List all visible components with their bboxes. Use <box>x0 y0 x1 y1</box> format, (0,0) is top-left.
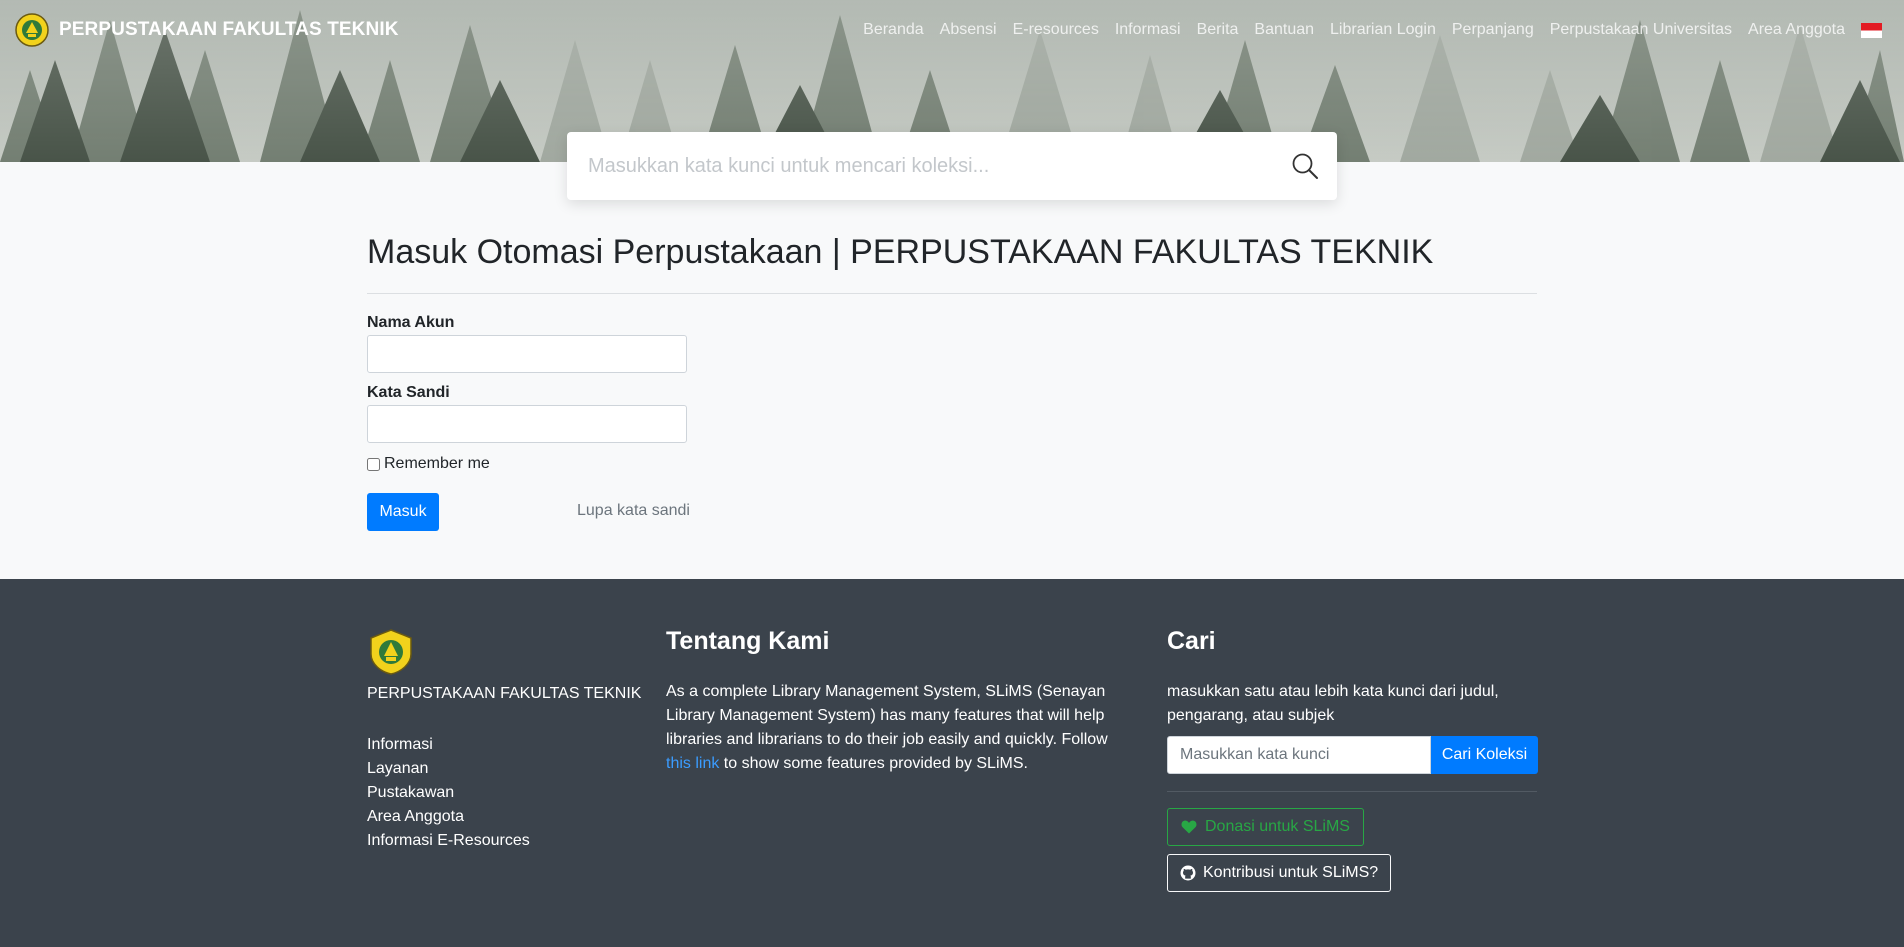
password-input[interactable] <box>367 405 687 443</box>
footer-link-informasi-e-resources[interactable]: Informasi E-Resources <box>367 829 530 853</box>
nav-bantuan[interactable]: Bantuan <box>1254 21 1314 39</box>
nav-perpanjang[interactable]: Perpanjang <box>1452 21 1534 39</box>
login-button[interactable]: Masuk <box>367 493 439 531</box>
remember-me-label: Remember me <box>384 455 490 472</box>
footer-divider <box>1167 791 1537 792</box>
nav-librarian-login[interactable]: Librarian Login <box>1330 21 1436 39</box>
footer-link-layanan[interactable]: Layanan <box>367 757 530 781</box>
donate-button[interactable]: Donasi untuk SLiMS <box>1167 808 1364 846</box>
heart-icon <box>1181 820 1197 834</box>
about-heading: Tentang Kami <box>666 627 830 655</box>
nav-absensi[interactable]: Absensi <box>940 21 997 39</box>
nav-beranda[interactable]: Beranda <box>863 21 924 39</box>
footer-search-form: Cari Koleksi <box>1167 736 1538 774</box>
footer: PERPUSTAKAAN FAKULTAS TEKNIK Informasi L… <box>0 579 1904 947</box>
search-description: masukkan satu atau lebih kata kunci dari… <box>1167 683 1499 724</box>
brand[interactable]: PERPUSTAKAAN FAKULTAS TEKNIK <box>15 13 399 47</box>
about-text: As a complete Library Management System,… <box>666 680 1114 776</box>
main-nav: Beranda Absensi E-resources Informasi Be… <box>847 21 1882 39</box>
catalog-search-box <box>567 132 1337 200</box>
footer-links: Informasi Layanan Pustakawan Area Anggot… <box>367 733 530 853</box>
page-title: Masuk Otomasi Perpustakaan | PERPUSTAKAA… <box>367 233 1434 271</box>
title-divider <box>367 293 1537 294</box>
nav-area-anggota[interactable]: Area Anggota <box>1748 21 1845 39</box>
about-text-before: As a complete Library Management System,… <box>666 683 1108 748</box>
github-icon <box>1180 865 1196 881</box>
university-logo-icon <box>370 629 412 675</box>
about-link[interactable]: this link <box>666 755 719 772</box>
nav-e-resources[interactable]: E-resources <box>1013 21 1099 39</box>
remember-me: Remember me <box>367 455 490 473</box>
nav-perpustakaan-universitas[interactable]: Perpustakaan Universitas <box>1550 21 1732 39</box>
contribute-button[interactable]: Kontribusi untuk SLiMS? <box>1167 854 1392 892</box>
forgot-password-link[interactable]: Lupa kata sandi <box>577 502 690 520</box>
footer-link-pustakawan[interactable]: Pustakawan <box>367 781 530 805</box>
brand-name: PERPUSTAKAAN FAKULTAS TEKNIK <box>59 19 399 40</box>
username-label: Nama Akun <box>367 314 455 331</box>
footer-brand-name: PERPUSTAKAAN FAKULTAS TEKNIK <box>367 685 642 702</box>
search-collection-button[interactable]: Cari Koleksi <box>1431 736 1538 774</box>
password-label: Kata Sandi <box>367 384 450 401</box>
catalog-search-input[interactable] <box>567 136 1247 196</box>
nav-berita[interactable]: Berita <box>1197 21 1239 39</box>
footer-link-area-anggota[interactable]: Area Anggota <box>367 805 530 829</box>
nav-informasi[interactable]: Informasi <box>1115 21 1181 39</box>
indonesia-flag-icon[interactable] <box>1861 22 1882 38</box>
username-input[interactable] <box>367 335 687 373</box>
search-icon[interactable] <box>1291 152 1319 180</box>
footer-link-informasi[interactable]: Informasi <box>367 733 530 757</box>
footer-search-input[interactable] <box>1167 736 1431 774</box>
donate-label: Donasi untuk SLiMS <box>1205 818 1350 835</box>
search-heading: Cari <box>1167 627 1216 655</box>
remember-me-checkbox[interactable] <box>367 457 380 471</box>
contribute-label: Kontribusi untuk SLiMS? <box>1203 864 1379 881</box>
university-logo-icon <box>15 13 49 47</box>
about-text-after: to show some features provided by SLiMS. <box>719 755 1028 772</box>
